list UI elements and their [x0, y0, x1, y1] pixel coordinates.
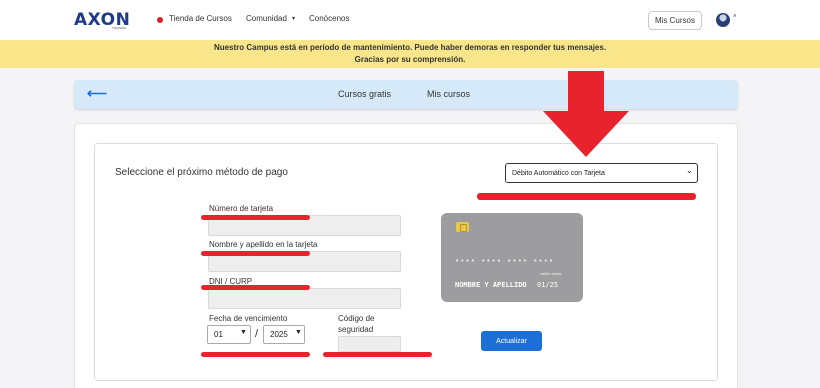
- chevron-down-icon: ▾: [292, 16, 296, 22]
- expiry-label: Fecha de vencimiento: [209, 314, 288, 323]
- payment-section-title: Seleccione el próximo método de pago: [115, 167, 288, 178]
- chevron-down-icon: ⌄: [686, 166, 693, 175]
- security-code-label-1: Código de: [338, 314, 375, 323]
- store-dot-icon: [157, 17, 163, 23]
- update-button[interactable]: Actualizar: [481, 331, 542, 351]
- cardholder-name-label: Nombre y apellido en la tarjeta: [209, 240, 318, 249]
- nav-link-community[interactable]: Comunidad: [246, 14, 287, 23]
- nav-link-about[interactable]: Conócenos: [309, 14, 349, 23]
- my-courses-button[interactable]: Mis Cursos: [648, 11, 702, 30]
- annotation-underline-method: [477, 193, 696, 200]
- card-preview-valid-label: valido hasta: [540, 271, 562, 276]
- annotation-underline-expiry: [201, 352, 310, 357]
- tab-free-courses[interactable]: Cursos gratis: [338, 89, 391, 99]
- security-code-input[interactable]: [338, 336, 401, 352]
- tab-my-courses[interactable]: Mis cursos: [427, 89, 470, 99]
- chevron-down-icon: ▼: [240, 329, 247, 336]
- back-arrow-icon[interactable]: ⟵: [87, 85, 107, 102]
- card-preview-expiry: 01/25: [537, 281, 559, 289]
- dni-input[interactable]: [208, 288, 401, 309]
- banner-line-2: Gracias por su comprensión.: [354, 55, 466, 64]
- top-navbar: AXON TRAINING Tienda de Cursos Comunidad…: [0, 0, 820, 40]
- card-number-label: Número de tarjeta: [209, 204, 274, 213]
- card-preview-number: •••• •••• •••• ••••: [455, 257, 555, 265]
- banner-line-1: Nuestro Campus está en período de manten…: [213, 43, 607, 52]
- card-chip-icon: [456, 222, 469, 232]
- annotation-underline-security: [323, 352, 432, 357]
- logo-subtitle: TRAINING: [112, 26, 127, 30]
- caret-up-icon[interactable]: ˄: [733, 14, 737, 20]
- maintenance-banner: Nuestro Campus está en período de manten…: [0, 40, 820, 68]
- payment-method-select[interactable]: Débito Automático con Tarjeta: [505, 163, 698, 183]
- annotation-underline-name: [201, 251, 310, 256]
- security-code-label-2: seguridad: [338, 325, 374, 334]
- nav-link-store[interactable]: Tienda de Cursos: [169, 14, 232, 23]
- course-tab-bar: ⟵ Cursos gratis Mis cursos: [74, 80, 738, 109]
- annotation-arrow-icon: [543, 71, 629, 157]
- chevron-down-icon: ▼: [295, 329, 302, 336]
- avatar[interactable]: [716, 13, 730, 27]
- card-preview-name: NOMBRE Y APELLIDO: [455, 281, 527, 289]
- annotation-underline-dni: [201, 285, 310, 290]
- expiry-separator: /: [255, 328, 259, 340]
- annotation-underline-card-number: [201, 215, 310, 220]
